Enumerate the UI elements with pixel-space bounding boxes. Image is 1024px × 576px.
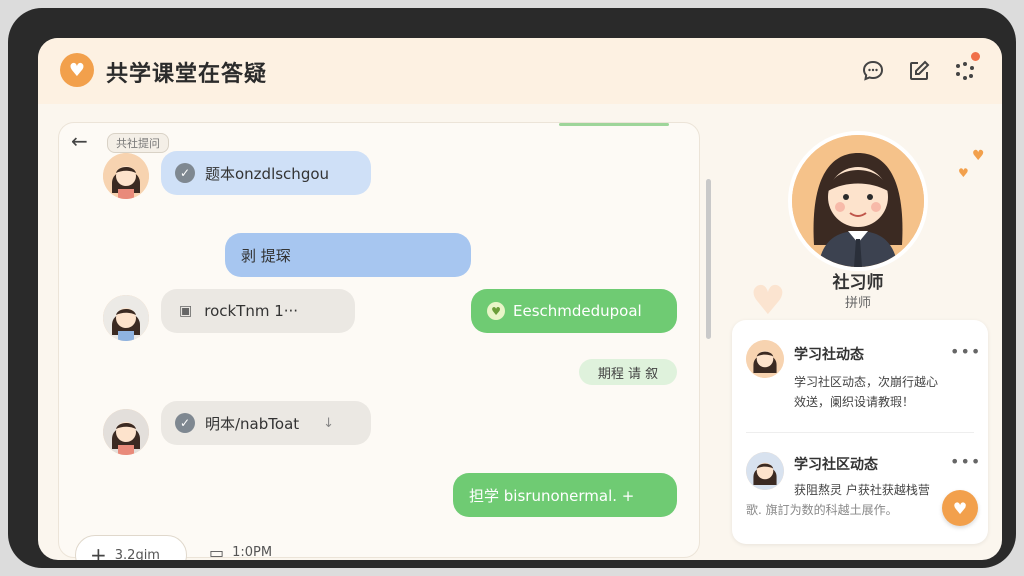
teacher-role: 拼师 — [844, 296, 871, 311]
attachment-label: 3.2gim — [114, 547, 160, 561]
feed-item-title: 学习社动态 — [794, 347, 864, 363]
notification-dot — [971, 52, 980, 61]
message-text: Eeschmdedupoal — [513, 302, 642, 320]
feed-item-title: 学习社区动态 — [794, 457, 878, 473]
message-text: 担学 bisrunonermal. + — [469, 486, 635, 505]
folder-icon[interactable]: ▭ — [209, 543, 224, 560]
message-text: 题本onzdlschgou — [205, 164, 330, 183]
teacher-avatar[interactable] — [788, 131, 928, 271]
scrollbar[interactable] — [706, 179, 711, 339]
message-text: rockTnm 1··· — [204, 302, 299, 320]
add-attachment-button[interactable]: + 3.2gim — [75, 535, 187, 560]
message-bubble[interactable]: 剥 提琛 — [225, 233, 471, 277]
message-bubble[interactable]: 担学 bisrunonermal. + — [453, 473, 677, 517]
feed-item-line: 歌. 旗訂为数的科越土展作。 — [746, 503, 898, 517]
avatar — [103, 295, 149, 341]
top-bar: ♥ 共学课堂在答疑 — [38, 38, 1002, 104]
bulb-icon: ♥ — [487, 302, 505, 320]
feed-item-line: 获阻熬灵 户获社获越栈营 — [794, 483, 930, 497]
message-bubble[interactable]: ✓ 明本/nabToat ↓ — [161, 401, 371, 445]
avatar — [103, 153, 149, 199]
chat-bubble-icon[interactable] — [860, 58, 886, 84]
heart-icon: ♥ — [972, 148, 985, 164]
more-apps-icon[interactable] — [952, 52, 980, 84]
app-title: 共学课堂在答疑 — [106, 62, 268, 87]
edit-icon[interactable] — [906, 58, 932, 84]
heart-logo-icon: ♥ — [60, 53, 94, 87]
heart-icon: ♥ — [958, 166, 969, 180]
topic-chip[interactable]: 共社提问 — [107, 133, 169, 153]
download-icon[interactable]: ↓ — [323, 416, 334, 431]
divider — [746, 432, 974, 433]
chat-panel: ← 共社提问 ✓ 题本onzdlschgou 剥 提琛 ▣ rockTnm 1·… — [58, 122, 711, 560]
status-label: 期程 请 叙 — [579, 359, 677, 385]
tablet-frame: ♥ 共学课堂在答疑 ← 共社提问 ✓ 题本onzdlschgou 剥 提琛 ▣ … — [8, 8, 1016, 568]
check-icon: ✓ — [175, 413, 195, 433]
check-icon: ✓ — [175, 163, 195, 183]
message-bubble[interactable]: ✓ 题本onzdlschgou — [161, 151, 371, 195]
message-bubble[interactable]: ▣ rockTnm 1··· — [161, 289, 355, 333]
message-text: 明本/nabToat — [205, 414, 300, 433]
feed-item-line: 学习社区动态，次崩行越心 — [794, 375, 939, 389]
favorite-button[interactable]: ♥ — [942, 490, 978, 526]
time-label: 1:0PM — [232, 545, 273, 560]
back-arrow-icon[interactable]: ← — [71, 129, 88, 153]
heart-icon: ♥ — [750, 278, 786, 324]
more-options-icon[interactable]: ••• — [950, 342, 981, 361]
time-row: ▭ 1:0PM — [209, 543, 272, 560]
tab-indicator — [559, 123, 669, 126]
avatar — [746, 340, 784, 378]
status-text: 期程 请 叙 — [597, 366, 659, 382]
avatar — [103, 409, 149, 455]
teacher-name: 社习师 — [832, 273, 884, 293]
plus-icon: + — [90, 543, 107, 560]
avatar — [746, 452, 784, 490]
message-bubble[interactable]: ♥ Eeschmdedupoal — [471, 289, 677, 333]
doc-icon: ▣ — [179, 303, 193, 319]
app-screen: ♥ 共学课堂在答疑 ← 共社提问 ✓ 题本onzdlschgou 剥 提琛 ▣ … — [38, 38, 1002, 560]
more-options-icon[interactable]: ••• — [950, 452, 981, 471]
message-text: 剥 提琛 — [241, 246, 291, 265]
feed-item-line: 效送，阑织设请教瑕！ — [794, 395, 915, 409]
